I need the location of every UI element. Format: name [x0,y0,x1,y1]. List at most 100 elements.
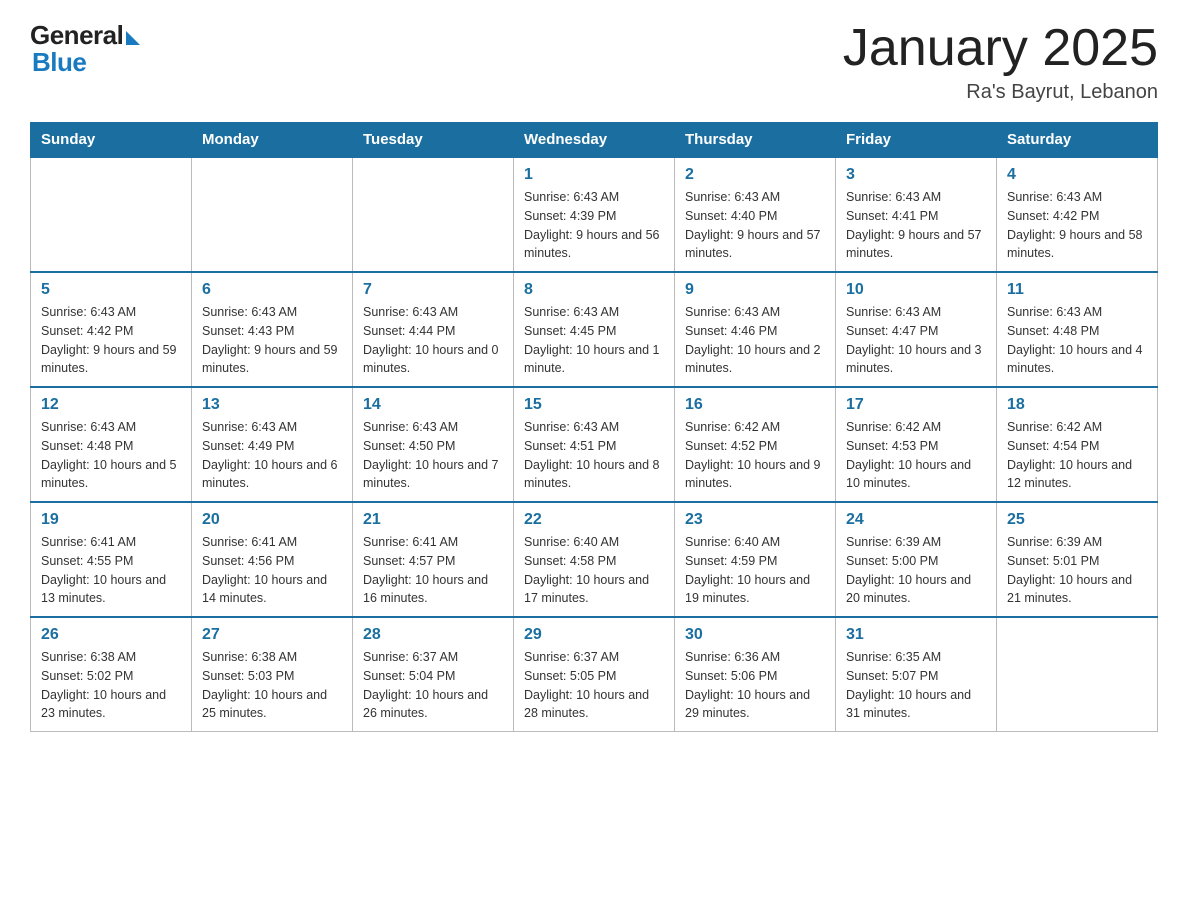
day-info: Sunrise: 6:43 AM Sunset: 4:47 PM Dayligh… [846,303,986,378]
day-info: Sunrise: 6:39 AM Sunset: 5:01 PM Dayligh… [1007,533,1147,608]
day-info: Sunrise: 6:42 AM Sunset: 4:54 PM Dayligh… [1007,418,1147,493]
calendar-cell: 4 Sunrise: 6:43 AM Sunset: 4:42 PM Daylig… [997,157,1158,272]
calendar-week-row: 5 Sunrise: 6:43 AM Sunset: 4:42 PM Daylig… [31,272,1158,387]
day-info: Sunrise: 6:41 AM Sunset: 4:55 PM Dayligh… [41,533,181,608]
calendar-cell: 15 Sunrise: 6:43 AM Sunset: 4:51 PM Dayli… [514,387,675,502]
month-title: January 2025 [843,20,1158,77]
day-info: Sunrise: 6:43 AM Sunset: 4:43 PM Dayligh… [202,303,342,378]
page-header: General Blue January 2025 Ra's Bayrut, L… [30,20,1158,104]
calendar-week-row: 19 Sunrise: 6:41 AM Sunset: 4:55 PM Dayli… [31,502,1158,617]
day-number: 4 [1007,166,1147,184]
day-number: 29 [524,626,664,644]
calendar-cell: 28 Sunrise: 6:37 AM Sunset: 5:04 PM Dayli… [353,617,514,732]
day-number: 25 [1007,511,1147,529]
day-number: 18 [1007,396,1147,414]
day-number: 27 [202,626,342,644]
day-info: Sunrise: 6:43 AM Sunset: 4:42 PM Dayligh… [41,303,181,378]
day-info: Sunrise: 6:35 AM Sunset: 5:07 PM Dayligh… [846,648,986,723]
day-info: Sunrise: 6:36 AM Sunset: 5:06 PM Dayligh… [685,648,825,723]
weekday-header-saturday: Saturday [997,123,1158,158]
day-info: Sunrise: 6:39 AM Sunset: 5:00 PM Dayligh… [846,533,986,608]
calendar-cell: 14 Sunrise: 6:43 AM Sunset: 4:50 PM Dayli… [353,387,514,502]
day-number: 24 [846,511,986,529]
day-number: 23 [685,511,825,529]
weekday-header-sunday: Sunday [31,123,192,158]
calendar-cell: 22Sunrise: 6:40 AM Sunset: 4:58 PM Dayli… [514,502,675,617]
day-number: 13 [202,396,342,414]
calendar-table: SundayMondayTuesdayWednesdayThursdayFrid… [30,122,1158,732]
calendar-cell: 30 Sunrise: 6:36 AM Sunset: 5:06 PM Dayli… [675,617,836,732]
calendar-week-row: 1 Sunrise: 6:43 AM Sunset: 4:39 PM Daylig… [31,157,1158,272]
calendar-cell [31,157,192,272]
day-number: 30 [685,626,825,644]
title-section: January 2025 Ra's Bayrut, Lebanon [843,20,1158,104]
calendar-week-row: 26 Sunrise: 6:38 AM Sunset: 5:02 PM Dayli… [31,617,1158,732]
calendar-cell: 5 Sunrise: 6:43 AM Sunset: 4:42 PM Daylig… [31,272,192,387]
calendar-cell [353,157,514,272]
calendar-cell: 31Sunrise: 6:35 AM Sunset: 5:07 PM Dayli… [836,617,997,732]
logo-blue-text: Blue [30,47,86,78]
calendar-cell: 1 Sunrise: 6:43 AM Sunset: 4:39 PM Daylig… [514,157,675,272]
day-number: 28 [363,626,503,644]
day-number: 8 [524,281,664,299]
day-info: Sunrise: 6:43 AM Sunset: 4:42 PM Dayligh… [1007,188,1147,263]
calendar-cell: 20Sunrise: 6:41 AM Sunset: 4:56 PM Dayli… [192,502,353,617]
calendar-cell: 6 Sunrise: 6:43 AM Sunset: 4:43 PM Daylig… [192,272,353,387]
calendar-cell: 7 Sunrise: 6:43 AM Sunset: 4:44 PM Daylig… [353,272,514,387]
day-info: Sunrise: 6:43 AM Sunset: 4:45 PM Dayligh… [524,303,664,378]
calendar-cell: 2Sunrise: 6:43 AM Sunset: 4:40 PM Daylig… [675,157,836,272]
day-info: Sunrise: 6:37 AM Sunset: 5:04 PM Dayligh… [363,648,503,723]
day-number: 16 [685,396,825,414]
weekday-header-monday: Monday [192,123,353,158]
day-info: Sunrise: 6:42 AM Sunset: 4:52 PM Dayligh… [685,418,825,493]
day-number: 6 [202,281,342,299]
calendar-cell: 9Sunrise: 6:43 AM Sunset: 4:46 PM Daylig… [675,272,836,387]
day-number: 17 [846,396,986,414]
calendar-cell: 27Sunrise: 6:38 AM Sunset: 5:03 PM Dayli… [192,617,353,732]
day-info: Sunrise: 6:43 AM Sunset: 4:49 PM Dayligh… [202,418,342,493]
calendar-cell: 13 Sunrise: 6:43 AM Sunset: 4:49 PM Dayli… [192,387,353,502]
day-number: 21 [363,511,503,529]
day-number: 20 [202,511,342,529]
day-info: Sunrise: 6:43 AM Sunset: 4:50 PM Dayligh… [363,418,503,493]
day-info: Sunrise: 6:41 AM Sunset: 4:57 PM Dayligh… [363,533,503,608]
calendar-cell [997,617,1158,732]
location-title: Ra's Bayrut, Lebanon [843,81,1158,104]
calendar-cell: 12Sunrise: 6:43 AM Sunset: 4:48 PM Dayli… [31,387,192,502]
day-number: 11 [1007,281,1147,299]
day-info: Sunrise: 6:43 AM Sunset: 4:51 PM Dayligh… [524,418,664,493]
day-info: Sunrise: 6:43 AM Sunset: 4:48 PM Dayligh… [41,418,181,493]
day-number: 7 [363,281,503,299]
day-info: Sunrise: 6:40 AM Sunset: 4:59 PM Dayligh… [685,533,825,608]
calendar-cell [192,157,353,272]
calendar-cell: 21 Sunrise: 6:41 AM Sunset: 4:57 PM Dayli… [353,502,514,617]
day-number: 15 [524,396,664,414]
day-number: 14 [363,396,503,414]
day-number: 5 [41,281,181,299]
weekday-header-tuesday: Tuesday [353,123,514,158]
weekday-header-thursday: Thursday [675,123,836,158]
day-number: 19 [41,511,181,529]
calendar-week-row: 12Sunrise: 6:43 AM Sunset: 4:48 PM Dayli… [31,387,1158,502]
calendar-cell: 19 Sunrise: 6:41 AM Sunset: 4:55 PM Dayli… [31,502,192,617]
day-info: Sunrise: 6:42 AM Sunset: 4:53 PM Dayligh… [846,418,986,493]
day-info: Sunrise: 6:43 AM Sunset: 4:39 PM Dayligh… [524,188,664,263]
calendar-cell: 17 Sunrise: 6:42 AM Sunset: 4:53 PM Dayli… [836,387,997,502]
day-number: 2 [685,166,825,184]
calendar-header-row: SundayMondayTuesdayWednesdayThursdayFrid… [31,123,1158,158]
day-info: Sunrise: 6:38 AM Sunset: 5:02 PM Dayligh… [41,648,181,723]
calendar-cell: 29 Sunrise: 6:37 AM Sunset: 5:05 PM Dayli… [514,617,675,732]
day-number: 3 [846,166,986,184]
day-info: Sunrise: 6:43 AM Sunset: 4:46 PM Dayligh… [685,303,825,378]
day-info: Sunrise: 6:37 AM Sunset: 5:05 PM Dayligh… [524,648,664,723]
weekday-header-wednesday: Wednesday [514,123,675,158]
calendar-cell: 23 Sunrise: 6:40 AM Sunset: 4:59 PM Dayli… [675,502,836,617]
day-info: Sunrise: 6:43 AM Sunset: 4:44 PM Dayligh… [363,303,503,378]
calendar-cell: 24 Sunrise: 6:39 AM Sunset: 5:00 PM Dayli… [836,502,997,617]
calendar-cell: 25 Sunrise: 6:39 AM Sunset: 5:01 PM Dayli… [997,502,1158,617]
day-number: 22 [524,511,664,529]
logo-triangle-icon [126,31,140,45]
day-number: 1 [524,166,664,184]
calendar-cell: 8 Sunrise: 6:43 AM Sunset: 4:45 PM Daylig… [514,272,675,387]
day-number: 26 [41,626,181,644]
